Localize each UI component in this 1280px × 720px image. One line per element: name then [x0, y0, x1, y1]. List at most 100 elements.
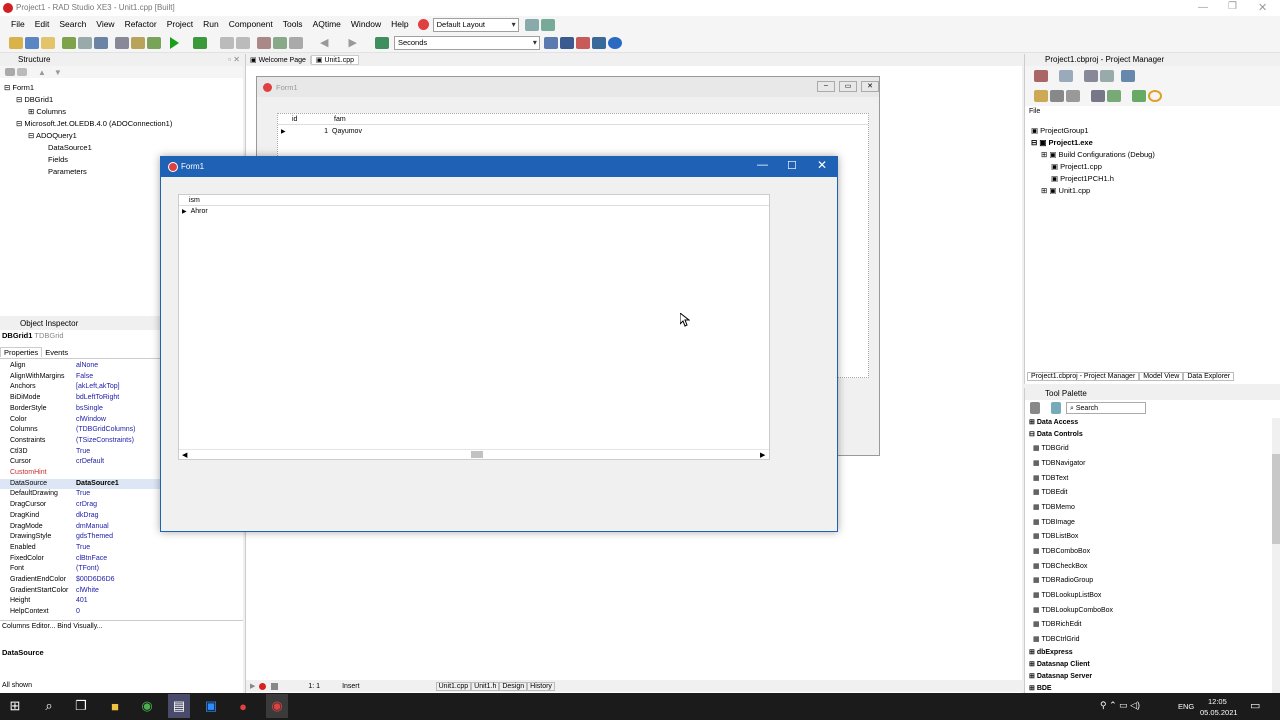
- menu-run[interactable]: Run: [198, 16, 224, 33]
- forward-icon[interactable]: ▶: [348, 36, 356, 49]
- pm-expand-icon[interactable]: [1050, 90, 1064, 102]
- step-over-icon[interactable]: [273, 36, 287, 49]
- tree-node-parameters[interactable]: Parameters: [48, 167, 87, 176]
- pm-options-icon[interactable]: [1100, 70, 1114, 82]
- tree-node-fields[interactable]: Fields: [48, 155, 68, 164]
- add-file-icon[interactable]: [131, 36, 145, 49]
- inspector-property-row[interactable]: GradientEndColor $00D6D6D6: [0, 575, 160, 586]
- structure-expand-icon[interactable]: [17, 68, 27, 76]
- restore-icon[interactable]: ❐: [1228, 1, 1237, 12]
- tray-icons[interactable]: ⚲ ⌃ ▭ ◁): [1100, 700, 1140, 711]
- menu-file[interactable]: File: [6, 16, 30, 33]
- tab-properties[interactable]: Properties: [0, 347, 43, 357]
- pm-sync-icon[interactable]: [1034, 90, 1048, 102]
- running-minimize-icon[interactable]: —: [757, 159, 768, 171]
- palette-item-tdbcombobox[interactable]: ▦ TDBComboBox: [1033, 547, 1090, 555]
- inspector-property-row[interactable]: DefaultDrawing True: [0, 489, 160, 500]
- palette-item-tdbradiogroup[interactable]: ▦ TDBRadioGroup: [1033, 576, 1093, 584]
- inspector-property-row[interactable]: AlignWithMargins False: [0, 372, 160, 383]
- inspector-property-row[interactable]: Columns (TDBGridColumns): [0, 425, 160, 436]
- run-to-cursor-icon[interactable]: [289, 36, 303, 49]
- pm-node-pch[interactable]: ▣ Project1PCH1.h: [1051, 174, 1114, 183]
- property-value[interactable]: (TSizeConstraints): [76, 436, 134, 447]
- inspector-property-row[interactable]: Font (TFont): [0, 564, 160, 575]
- tab-design-bottom[interactable]: Design: [499, 681, 528, 691]
- pm-node-exe[interactable]: ⊟ ▣ Project1.exe: [1031, 138, 1093, 147]
- palette-item-tdbcheckbox[interactable]: ▦ TDBCheckBox: [1033, 562, 1087, 570]
- new-items-icon[interactable]: [25, 36, 39, 49]
- palette-categories-icon[interactable]: [1030, 402, 1040, 414]
- status-play-icon[interactable]: ▶: [250, 682, 255, 690]
- inspector-property-row[interactable]: DragMode dmManual: [0, 522, 160, 533]
- inspector-property-row[interactable]: Color clWindow: [0, 415, 160, 426]
- seconds-combo[interactable]: Seconds: [393, 35, 540, 50]
- tab-unit1-cpp-bottom[interactable]: Unit1.cpp: [435, 681, 472, 691]
- pm-refresh-icon[interactable]: [1107, 90, 1121, 102]
- open-icon[interactable]: [41, 36, 55, 49]
- cat-data-access[interactable]: ⊞ Data Access: [1029, 418, 1078, 426]
- inspector-property-row[interactable]: Height 401: [0, 596, 160, 607]
- property-value[interactable]: alNone: [76, 361, 98, 372]
- inspector-property-row[interactable]: FixedColor clBtnFace: [0, 554, 160, 565]
- scroll-thumb[interactable]: [471, 451, 483, 458]
- property-value[interactable]: bdLeftToRight: [76, 393, 119, 404]
- windows-start-icon[interactable]: ⊞: [4, 694, 26, 718]
- remove-file-icon[interactable]: [147, 36, 161, 49]
- inspector-property-row[interactable]: DragKind dkDrag: [0, 511, 160, 522]
- new-icon[interactable]: [9, 36, 23, 49]
- tab-unit1-h-bottom[interactable]: Unit1.h: [471, 681, 500, 691]
- property-value[interactable]: crDefault: [76, 457, 104, 468]
- scroll-left-icon[interactable]: ◀: [182, 451, 187, 459]
- menu-edit[interactable]: Edit: [30, 16, 55, 33]
- property-value[interactable]: 401: [76, 596, 88, 607]
- tab-events[interactable]: Events: [42, 348, 71, 357]
- status-record-icon[interactable]: [259, 682, 267, 690]
- palette-item-tdblookuplistbox[interactable]: ▦ TDBLookupListBox: [1033, 591, 1101, 599]
- menu-help[interactable]: Help: [386, 16, 413, 33]
- property-value[interactable]: [akLeft,akTop]: [76, 382, 120, 393]
- property-value[interactable]: True: [76, 543, 90, 554]
- property-value[interactable]: gdsThemed: [76, 532, 113, 543]
- tree-node-columns[interactable]: ⊞ Columns: [28, 107, 66, 116]
- palette-select-icon[interactable]: [1051, 402, 1061, 414]
- tree-node-form1[interactable]: ⊟ Form1: [4, 83, 34, 92]
- inspector-property-row[interactable]: DrawingStyle gdsThemed: [0, 532, 160, 543]
- menu-window[interactable]: Window: [346, 16, 386, 33]
- debug-layout-icon[interactable]: [540, 18, 555, 31]
- save-all-icon[interactable]: [115, 36, 129, 49]
- pm-node-group[interactable]: ▣ ProjectGroup1: [1031, 126, 1089, 135]
- palette-item-tdbedit[interactable]: ▦ TDBEdit: [1033, 488, 1068, 496]
- inspector-property-row[interactable]: Ctl3D True: [0, 447, 160, 458]
- inspector-property-row[interactable]: BorderStyle bsSingle: [0, 404, 160, 415]
- tray-time[interactable]: 12:05: [1208, 697, 1227, 706]
- close-icon[interactable]: ✕: [1258, 1, 1267, 14]
- property-value[interactable]: True: [76, 489, 90, 500]
- property-value[interactable]: bsSingle: [76, 404, 103, 415]
- cat-data-controls[interactable]: ⊟ Data Controls: [1029, 430, 1083, 438]
- palette-item-tdbgrid[interactable]: ▦ TDBGrid: [1033, 444, 1069, 452]
- palette-item-tdbtext[interactable]: ▦ TDBText: [1033, 474, 1068, 482]
- cat-datasnap-server[interactable]: ⊞ Datasnap Server: [1029, 672, 1092, 680]
- palette-search[interactable]: ⌕ Search: [1066, 402, 1146, 414]
- inspector-property-row[interactable]: Enabled True: [0, 543, 160, 554]
- running-dbgrid[interactable]: ism ▶ Ahror ◀ ▶: [178, 194, 770, 460]
- running-maximize-icon[interactable]: ☐: [787, 159, 797, 172]
- tab-history-bottom[interactable]: History: [527, 681, 555, 691]
- property-value[interactable]: dmManual: [76, 522, 109, 533]
- aqtime-results-icon[interactable]: [559, 36, 574, 49]
- structure-down-icon[interactable]: ▼: [54, 68, 62, 77]
- tab-project-manager[interactable]: Project1.cbproj - Project Manager: [1027, 371, 1140, 381]
- palette-scrollbar[interactable]: [1272, 418, 1280, 693]
- zoom-icon[interactable]: ▣: [200, 694, 222, 718]
- inspector-property-row[interactable]: Anchors [akLeft,akTop]: [0, 382, 160, 393]
- menu-refactor[interactable]: Refactor: [120, 16, 162, 33]
- tray-date[interactable]: 05.05.2021: [1200, 708, 1238, 717]
- pm-view-icon[interactable]: [1121, 70, 1135, 82]
- menu-tools[interactable]: Tools: [278, 16, 308, 33]
- tree-node-datasource1[interactable]: DataSource1: [48, 143, 92, 152]
- notification-icon[interactable]: ▭: [1250, 699, 1260, 712]
- components-icon[interactable]: [374, 36, 389, 49]
- pm-node-project-cpp[interactable]: ▣ Project1.cpp: [1051, 162, 1102, 171]
- pm-new-icon[interactable]: [1059, 70, 1073, 82]
- reopen-icon[interactable]: [78, 36, 92, 49]
